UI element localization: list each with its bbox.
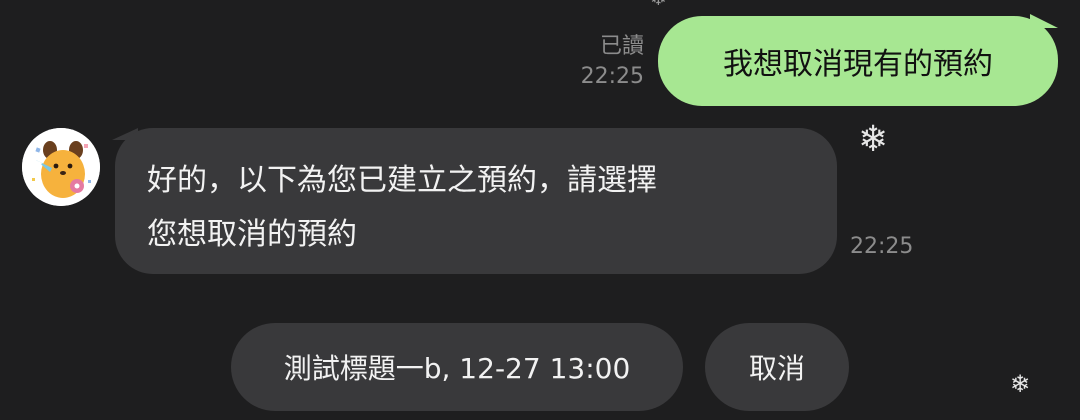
incoming-message-line: 您想取消的預約: [147, 217, 357, 252]
quick-reply-label: 測試標題一b, 12-27 13:00: [283, 352, 631, 385]
avatar[interactable]: [22, 128, 100, 206]
incoming-message-line: 好的，以下為您已建立之預約，請選擇: [147, 163, 657, 198]
outgoing-message-text: 我想取消現有的預約: [723, 47, 993, 82]
quick-reply-cancel-button[interactable]: 取消: [705, 323, 849, 411]
snowflake-icon: ❄: [858, 119, 889, 160]
snowflake-icon: ❄: [650, 0, 667, 8]
quick-reply-reservation-button[interactable]: 測試標題一b, 12-27 13:00: [231, 323, 683, 411]
incoming-time: 22:25: [850, 234, 914, 259]
outgoing-message-bubble[interactable]: 我想取消現有的預約: [658, 16, 1058, 106]
dog-character-avatar-icon: [22, 128, 100, 206]
outgoing-time: 22:25: [580, 63, 644, 89]
incoming-message-bubble[interactable]: 好的，以下為您已建立之預約，請選擇 您想取消的預約: [115, 128, 837, 274]
outgoing-meta: 已讀 22:25: [581, 32, 644, 91]
quick-reply-label: 取消: [748, 352, 805, 385]
snowflake-icon: ❄: [1010, 370, 1031, 398]
read-status: 已讀: [599, 34, 644, 59]
